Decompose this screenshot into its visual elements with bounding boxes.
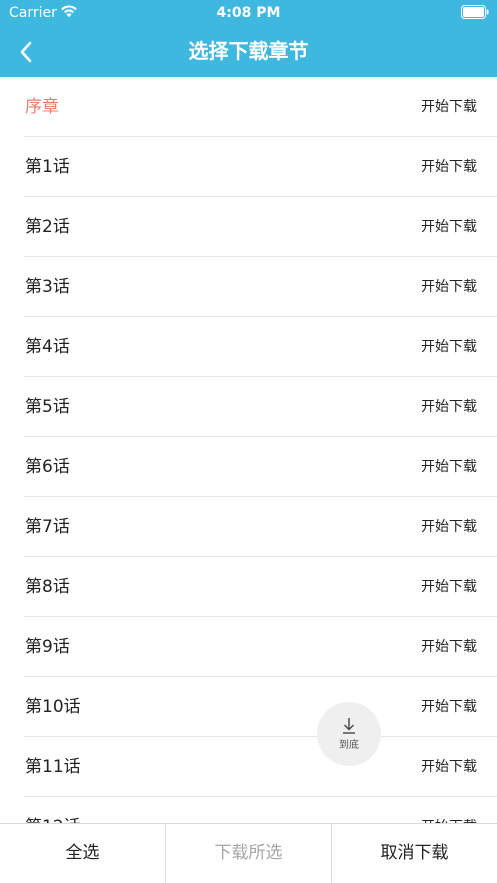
chapter-row[interactable]: 第7话 开始下载	[0, 497, 497, 557]
chapter-title: 第1话	[25, 157, 70, 177]
start-download-button[interactable]: 开始下载	[421, 257, 477, 317]
chapter-title: 第4话	[25, 337, 70, 357]
chapter-title: 第11话	[25, 757, 81, 777]
start-download-button[interactable]: 开始下载	[421, 437, 477, 497]
chapter-row[interactable]: 第8话 开始下载	[0, 557, 497, 617]
chapter-title: 序章	[25, 97, 59, 117]
chapter-row[interactable]: 第10话 开始下载	[0, 677, 497, 737]
start-download-button[interactable]: 开始下载	[421, 557, 477, 617]
header: Carrier 4:08 PM 选择下载章节	[0, 0, 497, 77]
chapter-title: 第10话	[25, 697, 81, 717]
chapter-title: 第9话	[25, 637, 70, 657]
chapter-row[interactable]: 第6话 开始下载	[0, 437, 497, 497]
chapter-row[interactable]: 第12话 开始下载	[0, 797, 497, 823]
start-download-button[interactable]: 开始下载	[421, 377, 477, 437]
start-download-button[interactable]: 开始下载	[421, 797, 477, 823]
chapter-title: 第8话	[25, 577, 70, 597]
app-window: Carrier 4:08 PM 选择下载章节 序章 开始下载 第1话 开始下载 第2话开…	[0, 0, 497, 883]
scroll-to-bottom-button[interactable]: 到底	[317, 702, 381, 766]
select-all-button[interactable]: 全选	[0, 824, 165, 883]
status-bar: Carrier 4:08 PM	[0, 0, 497, 26]
battery-icon	[461, 5, 489, 19]
chapter-title: 第6话	[25, 457, 70, 477]
chapter-row[interactable]: 第2话 开始下载	[0, 197, 497, 257]
status-time: 4:08 PM	[216, 5, 281, 21]
start-download-button[interactable]: 开始下载	[421, 197, 477, 257]
chapter-title: 第5话	[25, 397, 70, 417]
chapter-list[interactable]: 序章 开始下载 第1话 开始下载 第2话 开始下载 第3话 开始下载 第4话 开始下载 第5话 开始下…	[0, 77, 497, 823]
chapter-title: 第3话	[25, 277, 70, 297]
chapter-title: 第7话	[25, 517, 70, 537]
page-title: 选择下载章节	[188, 39, 309, 63]
start-download-button[interactable]: 开始下载	[421, 77, 477, 137]
start-download-button[interactable]: 开始下载	[421, 137, 477, 197]
chapter-title: 第12话	[25, 797, 81, 823]
scroll-to-bottom-label: 到底	[339, 740, 359, 751]
chevron-left-icon	[20, 41, 32, 63]
start-download-button[interactable]: 开始下载	[421, 677, 477, 737]
chapter-row[interactable]: 第4话 开始下载	[0, 317, 497, 377]
start-download-button[interactable]: 开始下载	[421, 737, 477, 797]
chapter-row[interactable]: 第11话 开始下载	[0, 737, 497, 797]
start-download-button[interactable]: 开始下载	[421, 497, 477, 557]
chapter-row[interactable]: 第1话 开始下载	[0, 137, 497, 197]
download-arrow-icon	[343, 718, 355, 734]
nav-bar: 选择下载章节	[0, 26, 497, 77]
chapter-row[interactable]: 第5话 开始下载	[0, 377, 497, 437]
back-button[interactable]	[8, 34, 44, 70]
download-selected-button[interactable]: 下载所选	[165, 824, 331, 883]
start-download-button[interactable]: 开始下载	[421, 617, 477, 677]
chapter-row[interactable]: 第9话 开始下载	[0, 617, 497, 677]
chapter-row[interactable]: 第3话 开始下载	[0, 257, 497, 317]
bottom-toolbar: 全选 下载所选 取消下载	[0, 823, 497, 883]
chapter-row[interactable]: 序章 开始下载	[0, 77, 497, 137]
chapter-title: 第2话	[25, 217, 70, 237]
cancel-download-button[interactable]: 取消下载	[331, 824, 497, 883]
start-download-button[interactable]: 开始下载	[421, 317, 477, 377]
